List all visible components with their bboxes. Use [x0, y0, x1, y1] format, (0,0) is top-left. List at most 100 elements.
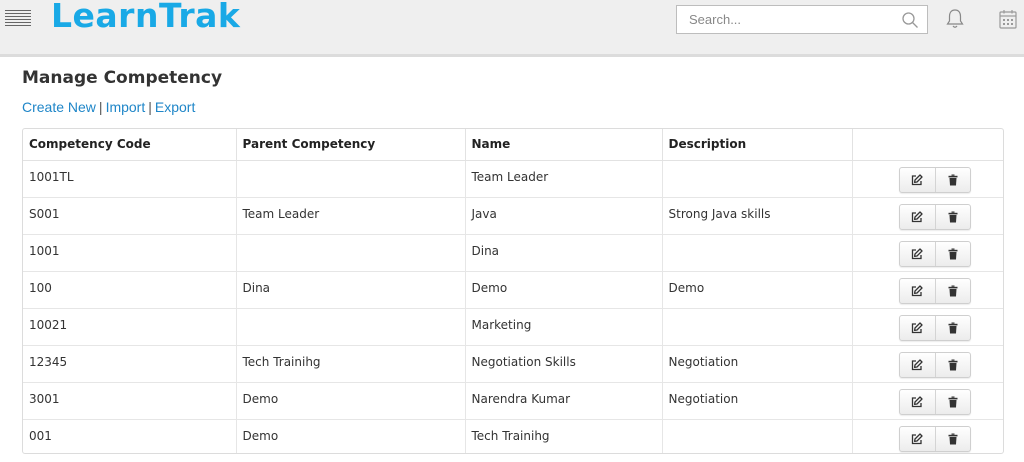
cell-actions — [852, 234, 1003, 272]
cell-parent-competency: Dina — [236, 271, 466, 309]
hamburger-menu-icon[interactable] — [5, 10, 31, 30]
row-action-buttons — [898, 203, 971, 230]
cell-parent-competency — [236, 308, 466, 346]
page-actions: Create New | Import | Export — [22, 99, 195, 115]
top-header: LearnTrak — [0, 0, 1024, 57]
cell-actions — [852, 160, 1003, 198]
edit-button[interactable] — [900, 353, 935, 377]
cell-description — [662, 160, 853, 198]
edit-button[interactable] — [900, 168, 935, 192]
cell-competency-code: 1001TL — [23, 160, 237, 198]
cell-actions — [852, 308, 1003, 346]
cell-name: Team Leader — [465, 160, 663, 198]
create-new-link[interactable]: Create New — [22, 99, 96, 115]
cell-competency-code: 1001 — [23, 234, 237, 272]
bell-icon[interactable] — [945, 8, 965, 30]
row-action-buttons — [898, 314, 971, 341]
cell-name: Narendra Kumar — [465, 382, 663, 420]
cell-description — [662, 308, 853, 346]
edit-icon — [911, 358, 923, 370]
cell-parent-competency — [236, 160, 466, 198]
cell-parent-competency: Demo — [236, 419, 466, 453]
trash-icon — [948, 174, 957, 185]
edit-icon — [911, 247, 923, 259]
edit-button[interactable] — [900, 205, 935, 229]
row-action-buttons — [898, 425, 971, 452]
cell-description — [662, 234, 853, 272]
separator: | — [148, 99, 152, 115]
table-row: 100 Dina Demo Demo — [23, 271, 1003, 309]
cell-parent-competency: Demo — [236, 382, 466, 420]
column-header-description[interactable]: Description — [662, 129, 853, 161]
delete-button[interactable] — [934, 426, 970, 451]
delete-button[interactable] — [934, 389, 970, 414]
delete-button[interactable] — [934, 241, 970, 266]
edit-icon — [911, 173, 923, 185]
cell-competency-code: 3001 — [23, 382, 237, 420]
trash-icon — [948, 396, 957, 407]
cell-name: Negotiation Skills — [465, 345, 663, 383]
column-header-name[interactable]: Name — [465, 129, 663, 161]
delete-button[interactable] — [934, 167, 970, 192]
column-header-parent-competency[interactable]: Parent Competency — [236, 129, 466, 161]
edit-button[interactable] — [900, 316, 935, 340]
export-link[interactable]: Export — [155, 99, 195, 115]
edit-button[interactable] — [900, 242, 935, 266]
trash-icon — [948, 322, 957, 333]
cell-competency-code: 100 — [23, 271, 237, 309]
app-logo[interactable]: LearnTrak — [51, 0, 240, 35]
cell-description: Strong Java skills — [662, 197, 853, 235]
table-row: 1001TL Team Leader — [23, 160, 1003, 198]
cell-competency-code: 001 — [23, 419, 237, 453]
cell-name: Dina — [465, 234, 663, 272]
search-input[interactable] — [677, 6, 892, 33]
cell-competency-code: 10021 — [23, 308, 237, 346]
cell-actions — [852, 345, 1003, 383]
cell-competency-code: S001 — [23, 197, 237, 235]
row-action-buttons — [898, 277, 971, 304]
table-row: S001 Team Leader Java Strong Java skills — [23, 197, 1003, 235]
edit-icon — [911, 321, 923, 333]
delete-button[interactable] — [934, 352, 970, 377]
cell-description: Negotiation — [662, 345, 853, 383]
edit-icon — [911, 210, 923, 222]
cell-actions — [852, 419, 1003, 453]
competency-table: Competency Code Parent Competency Name D… — [23, 129, 1003, 453]
row-action-buttons — [898, 351, 971, 378]
cell-actions — [852, 271, 1003, 309]
cell-name: Tech Trainihg — [465, 419, 663, 453]
table-header-row: Competency Code Parent Competency Name D… — [23, 129, 1003, 161]
delete-button[interactable] — [934, 315, 970, 340]
column-header-competency-code[interactable]: Competency Code — [23, 129, 237, 161]
cell-description: Negotiation — [662, 382, 853, 420]
cell-description: Demo — [662, 271, 853, 309]
trash-icon — [948, 211, 957, 222]
separator: | — [98, 99, 103, 115]
trash-icon — [948, 248, 957, 259]
cell-competency-code: 12345 — [23, 345, 237, 383]
table-row: 3001 Demo Narendra Kumar Negotiation — [23, 382, 1003, 420]
cell-description — [662, 419, 853, 453]
table-row: 001 Demo Tech Trainihg — [23, 419, 1003, 453]
import-link[interactable]: Import — [106, 99, 146, 115]
row-action-buttons — [898, 240, 971, 267]
delete-button[interactable] — [934, 278, 970, 303]
cell-name: Marketing — [465, 308, 663, 346]
trash-icon — [948, 285, 957, 296]
search-box — [676, 5, 928, 34]
row-action-buttons — [898, 388, 971, 415]
cell-parent-competency: Tech Trainihg — [236, 345, 466, 383]
delete-button[interactable] — [934, 204, 970, 229]
page-title: Manage Competency — [22, 68, 223, 88]
calendar-icon[interactable] — [999, 9, 1017, 29]
table-row: 12345 Tech Trainihg Negotiation Skills Nego… — [23, 345, 1003, 383]
search-icon[interactable] — [901, 11, 919, 29]
edit-button[interactable] — [900, 390, 935, 414]
edit-icon — [911, 432, 923, 444]
cell-actions — [852, 382, 1003, 420]
edit-button[interactable] — [900, 427, 935, 451]
edit-button[interactable] — [900, 279, 935, 303]
edit-icon — [911, 395, 923, 407]
table-row: 1001 Dina — [23, 234, 1003, 272]
cell-name: Java — [465, 197, 663, 235]
